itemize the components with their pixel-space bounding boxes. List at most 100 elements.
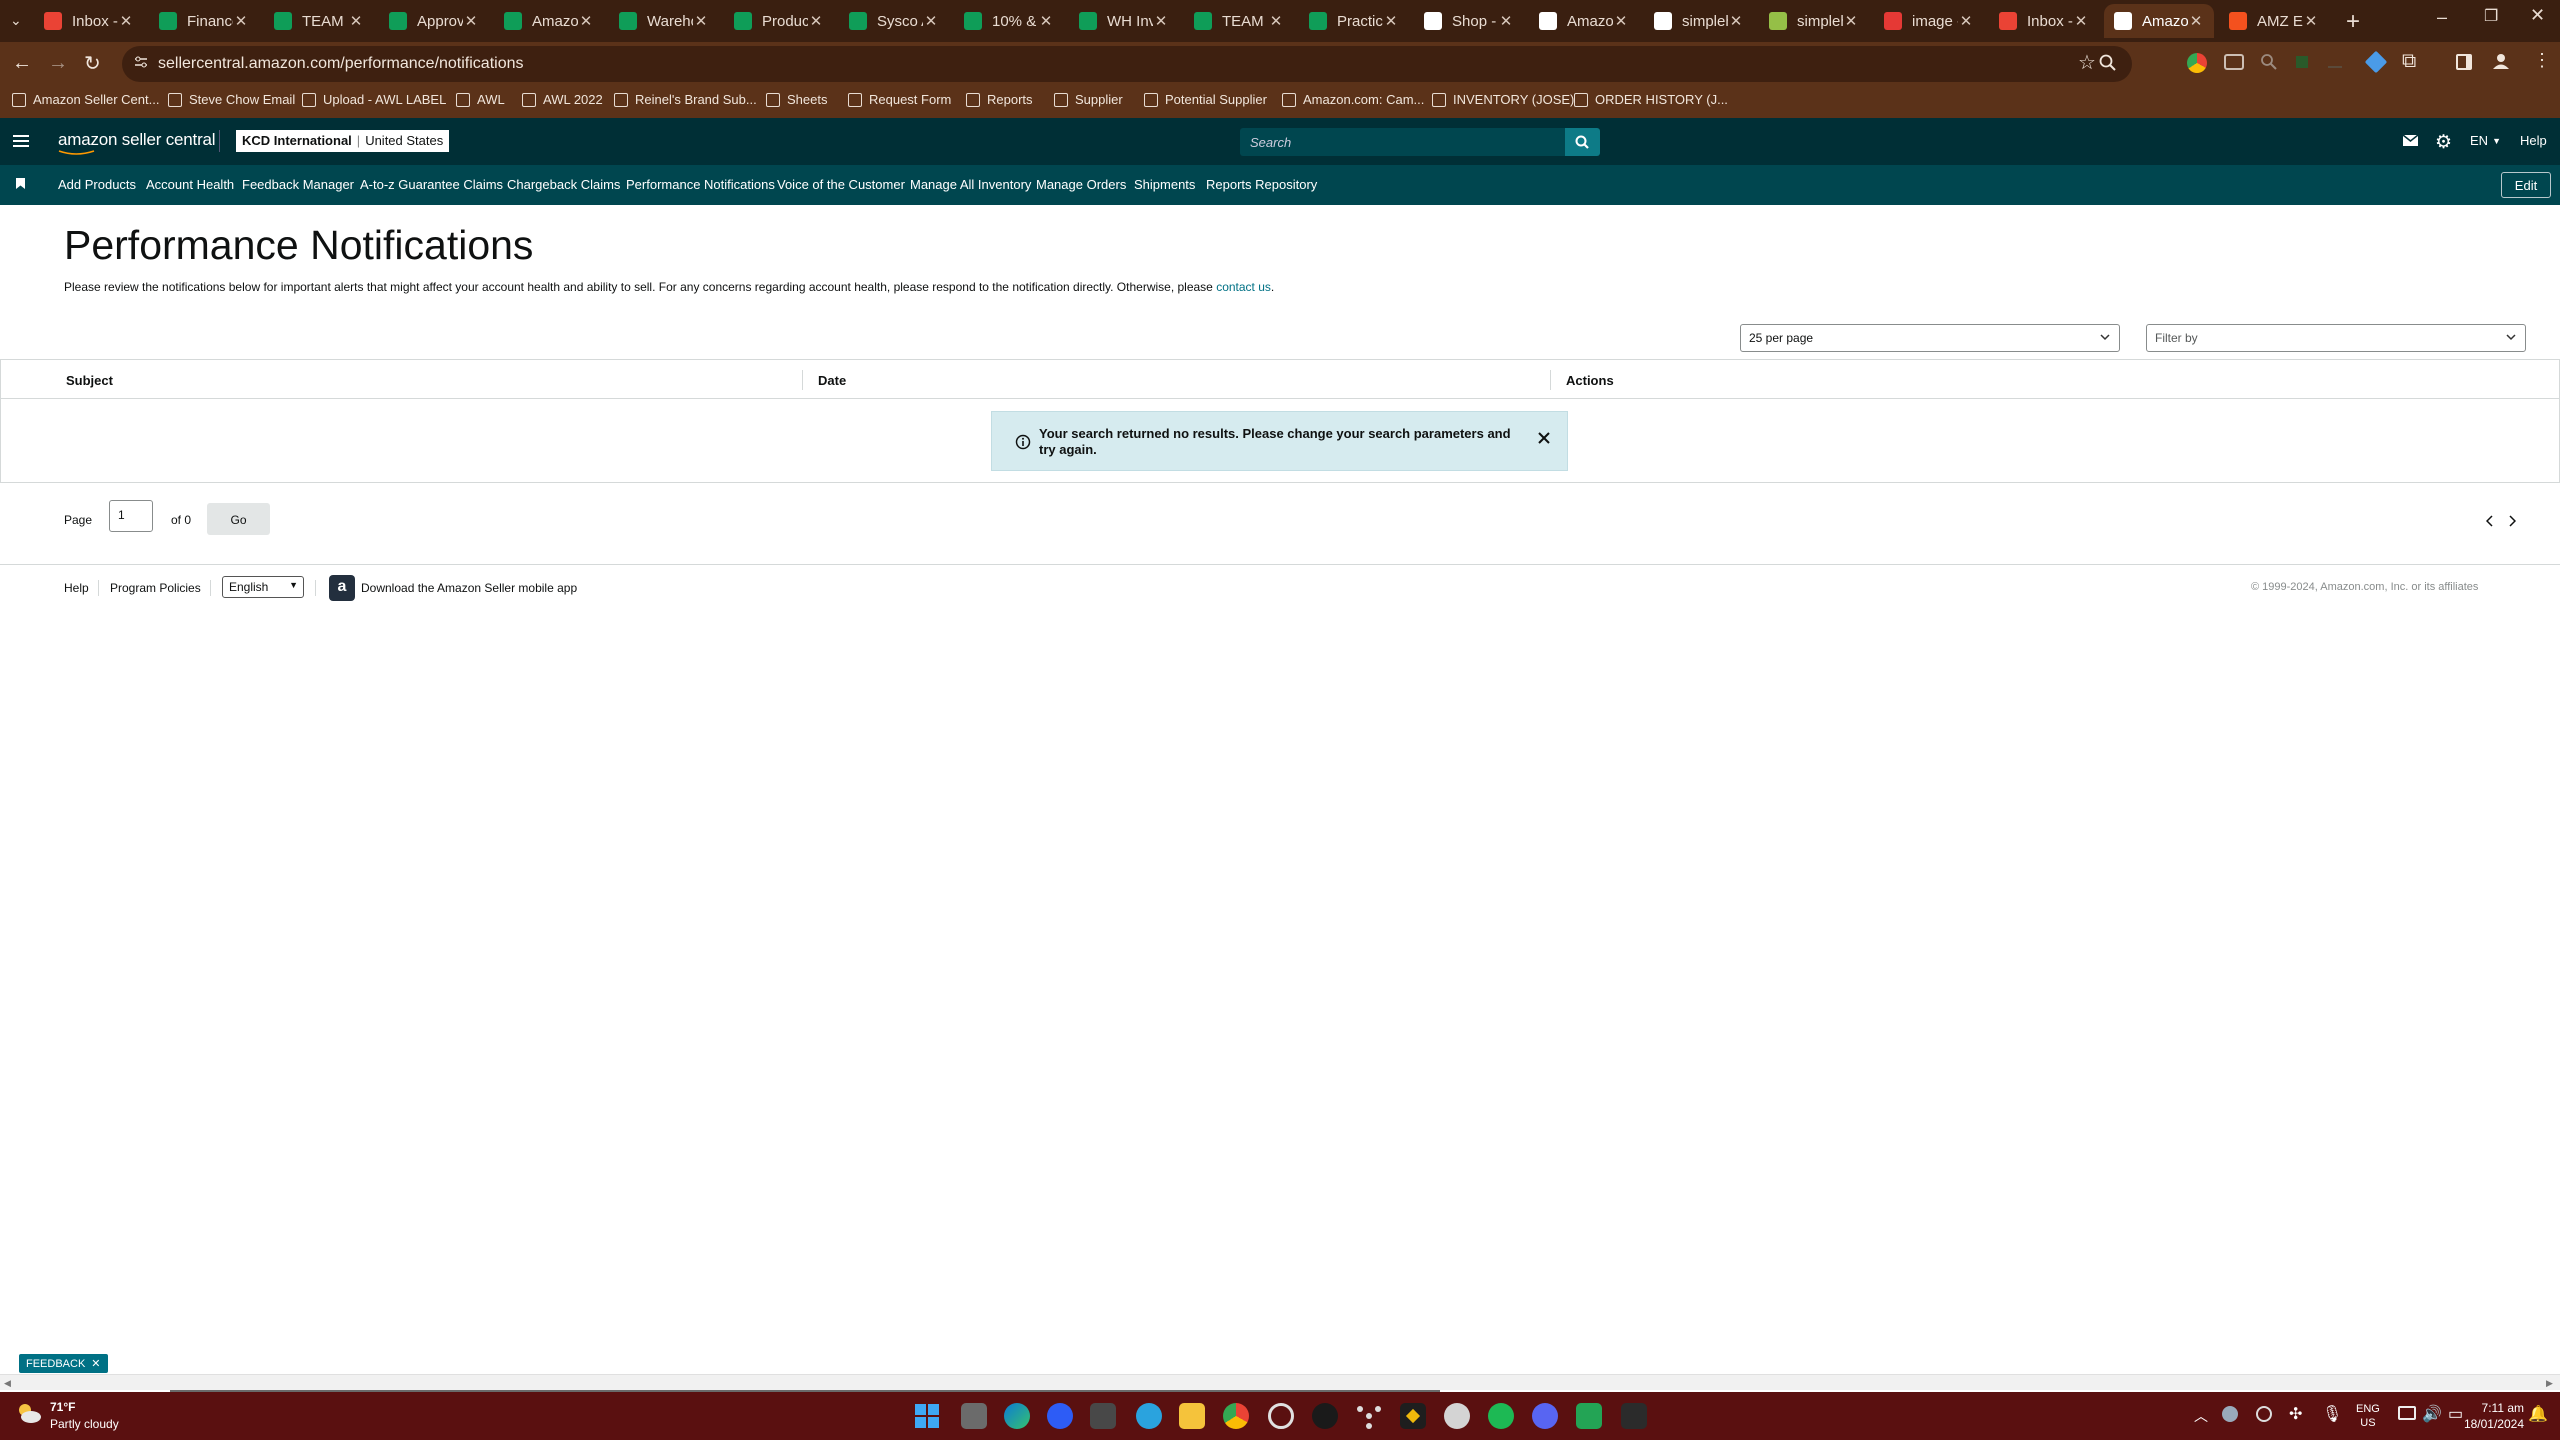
bookmark-item[interactable]: Steve Chow Email bbox=[168, 92, 295, 107]
side-panel-icon[interactable] bbox=[2456, 54, 2472, 70]
zoom-icon[interactable] bbox=[2099, 54, 2117, 72]
browser-tab[interactable]: Shop - ✕ bbox=[1414, 4, 1524, 38]
tab-search-icon[interactable]: ⌄ bbox=[10, 12, 22, 29]
bookmark-item[interactable]: AWL 2022 bbox=[522, 92, 603, 107]
feedback-button[interactable]: FEEDBACK ✕ bbox=[19, 1354, 108, 1373]
close-tab-icon[interactable]: ✕ bbox=[1728, 12, 1744, 30]
new-tab-icon[interactable]: + bbox=[2346, 8, 2360, 36]
profile-icon[interactable] bbox=[2492, 52, 2510, 70]
help-link[interactable]: Help bbox=[2520, 133, 2547, 148]
extension-icon[interactable] bbox=[2224, 54, 2244, 70]
weather-icon[interactable] bbox=[16, 1402, 42, 1423]
column-subject[interactable]: Subject bbox=[66, 373, 113, 388]
nav-item[interactable]: Account Health bbox=[146, 177, 234, 192]
discord-icon[interactable] bbox=[1532, 1403, 1558, 1429]
restore-icon[interactable]: ❐ bbox=[2484, 6, 2498, 26]
footer-help-link[interactable]: Help bbox=[64, 581, 89, 595]
nav-item[interactable]: Shipments bbox=[1134, 177, 1195, 192]
close-tab-icon[interactable]: ✕ bbox=[1038, 12, 1054, 30]
bookmark-item[interactable]: Supplier bbox=[1054, 92, 1123, 107]
extension-icon[interactable] bbox=[2364, 50, 2388, 74]
hamburger-menu-icon[interactable] bbox=[13, 135, 29, 148]
edit-nav-button[interactable]: Edit bbox=[2501, 172, 2551, 198]
site-info-icon[interactable] bbox=[134, 55, 148, 69]
column-date[interactable]: Date bbox=[818, 373, 846, 388]
close-icon[interactable]: ✕ bbox=[91, 1357, 100, 1370]
close-tab-icon[interactable]: ✕ bbox=[1613, 12, 1629, 30]
weather-desc[interactable]: Partly cloudy bbox=[50, 1417, 119, 1431]
amazon-seller-central-logo[interactable]: amazon seller central bbox=[58, 130, 216, 150]
go-button[interactable]: Go bbox=[207, 503, 270, 535]
browser-tab[interactable]: Amazon✕ bbox=[1529, 4, 1639, 38]
calculator-icon[interactable] bbox=[1090, 1403, 1116, 1429]
contact-us-link[interactable]: contact us bbox=[1216, 280, 1271, 294]
volume-icon[interactable]: 🔊 bbox=[2422, 1404, 2442, 1424]
weather-temp[interactable]: 71°F bbox=[50, 1400, 75, 1414]
browser-tab[interactable]: Practice✕ bbox=[1299, 4, 1409, 38]
browser-tab[interactable]: image - ✕ bbox=[1874, 4, 1984, 38]
folder-icon[interactable] bbox=[1179, 1403, 1205, 1429]
browser-tab[interactable]: Inbox - ✕ bbox=[1989, 4, 2099, 38]
obs-icon[interactable] bbox=[1268, 1403, 1294, 1429]
tray-app-icon[interactable] bbox=[2256, 1406, 2272, 1422]
nav-item[interactable]: Add Products bbox=[58, 177, 136, 192]
back-icon[interactable]: ← bbox=[12, 52, 32, 75]
nav-item[interactable]: Voice of the Customer bbox=[777, 177, 905, 192]
notifications-bell-icon[interactable]: 🔔 bbox=[2528, 1404, 2548, 1424]
input-language[interactable]: ENG US bbox=[2356, 1402, 2380, 1430]
nav-item[interactable]: Manage All Inventory bbox=[910, 177, 1031, 192]
close-tab-icon[interactable]: ✕ bbox=[118, 12, 134, 30]
bookmark-item[interactable]: Reinel's Brand Sub... bbox=[614, 92, 757, 107]
binance-icon[interactable] bbox=[1400, 1403, 1426, 1429]
per-page-select[interactable]: 25 per page bbox=[1740, 324, 2120, 352]
telegram-icon[interactable] bbox=[1136, 1403, 1162, 1429]
footer-language-select[interactable]: English ▼ bbox=[222, 576, 304, 598]
browser-tab[interactable]: Finance✕ bbox=[149, 4, 259, 38]
scroll-right-icon[interactable]: ▶ bbox=[2546, 1378, 2553, 1389]
zoom-app-icon[interactable] bbox=[1047, 1403, 1073, 1429]
forward-icon[interactable]: → bbox=[48, 52, 68, 75]
filter-by-select[interactable]: Filter by bbox=[2146, 324, 2526, 352]
url-text[interactable]: sellercentral.amazon.com/performance/not… bbox=[158, 55, 524, 73]
steam-tray-icon[interactable] bbox=[2222, 1406, 2238, 1422]
bookmark-item[interactable]: Reports bbox=[966, 92, 1033, 107]
browser-menu-icon[interactable]: ⋮ bbox=[2533, 50, 2551, 71]
app-icon[interactable] bbox=[1312, 1403, 1338, 1429]
bookmark-item[interactable]: Request Form bbox=[848, 92, 951, 107]
bookmark-nav-icon[interactable] bbox=[16, 178, 25, 189]
clock[interactable]: 7:11 am 18/01/2024 bbox=[2456, 1400, 2524, 1432]
browser-tab[interactable]: AMZ EC✕ bbox=[2219, 4, 2329, 38]
address-bar[interactable]: sellercentral.amazon.com/performance/not… bbox=[122, 46, 2132, 82]
bookmark-item[interactable]: ORDER HISTORY (J... bbox=[1574, 92, 1728, 107]
close-window-icon[interactable]: ✕ bbox=[2530, 5, 2545, 26]
prev-page-icon[interactable] bbox=[2486, 515, 2494, 527]
nav-item[interactable]: Manage Orders bbox=[1036, 177, 1126, 192]
bookmark-item[interactable]: INVENTORY (JOSE) bbox=[1432, 92, 1574, 107]
page-number-input[interactable]: 1 bbox=[109, 500, 153, 532]
tray-app-icon[interactable]: ✣ bbox=[2289, 1404, 2302, 1424]
mail-icon[interactable] bbox=[2403, 135, 2418, 146]
extensions-puzzle-icon[interactable]: ⧉ bbox=[2402, 50, 2416, 73]
extension-icon[interactable] bbox=[2328, 56, 2342, 68]
scroll-left-icon[interactable]: ◀ bbox=[4, 1378, 11, 1389]
close-tab-icon[interactable]: ✕ bbox=[1498, 12, 1514, 30]
close-tab-icon[interactable]: ✕ bbox=[2303, 12, 2319, 30]
file-explorer-icon[interactable] bbox=[961, 1403, 987, 1429]
network-app-icon[interactable] bbox=[1356, 1403, 1382, 1429]
microphone-icon[interactable]: 🎙 bbox=[2322, 1404, 2342, 1424]
browser-tab[interactable]: Sysco A✕ bbox=[839, 4, 949, 38]
bookmark-item[interactable]: Potential Supplier bbox=[1144, 92, 1267, 107]
nav-item[interactable]: A-to-z Guarantee Claims bbox=[360, 177, 503, 192]
close-tab-icon[interactable]: ✕ bbox=[1153, 12, 1169, 30]
spotify-icon[interactable] bbox=[1488, 1403, 1514, 1429]
close-tab-icon[interactable]: ✕ bbox=[1383, 12, 1399, 30]
close-tab-icon[interactable]: ✕ bbox=[348, 12, 364, 30]
browser-tab[interactable]: Approv ✕ bbox=[379, 4, 489, 38]
network-icon[interactable] bbox=[2398, 1406, 2416, 1420]
close-tab-icon[interactable]: ✕ bbox=[1843, 12, 1859, 30]
close-tab-icon[interactable]: ✕ bbox=[2073, 12, 2089, 30]
nav-item[interactable]: Feedback Manager bbox=[242, 177, 354, 192]
chrome-extension-icon[interactable] bbox=[2187, 53, 2207, 73]
browser-tab[interactable]: 10% & ✕ bbox=[954, 4, 1064, 38]
browser-tab[interactable]: Product✕ bbox=[724, 4, 834, 38]
